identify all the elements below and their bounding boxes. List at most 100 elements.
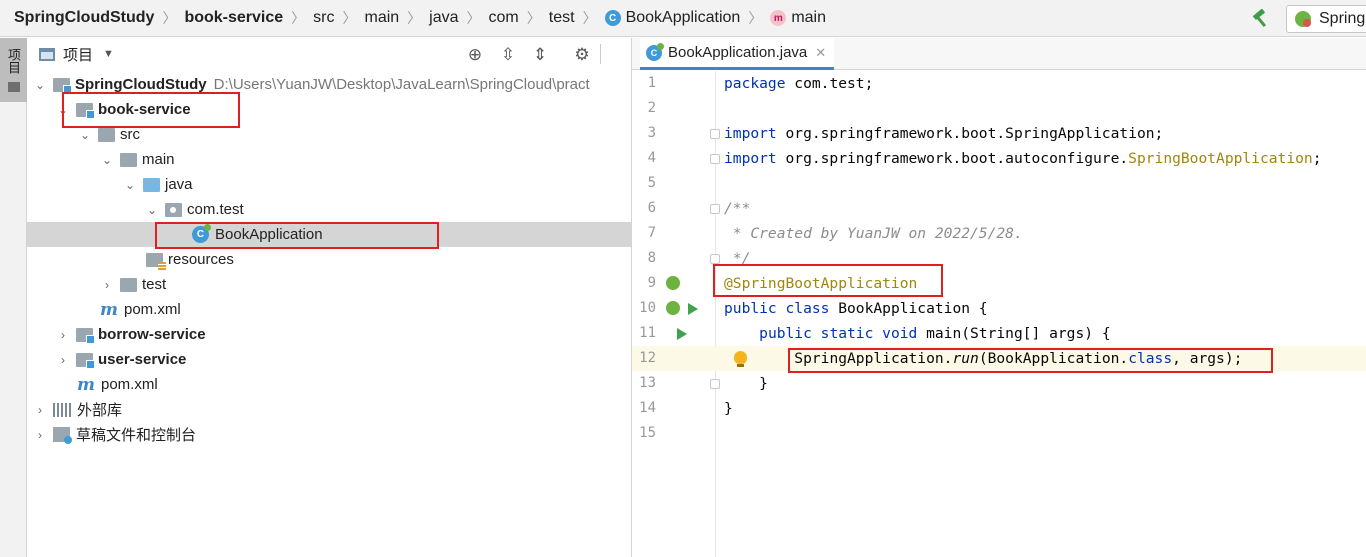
fold-marker-icon[interactable] [710, 129, 720, 139]
tree-node-borrow-service[interactable]: › borrow-service [27, 322, 631, 347]
tree-node-pom-root[interactable]: m pom.xml [27, 372, 631, 397]
breadcrumb-com[interactable]: com [489, 9, 519, 27]
run-configuration-label: Spring [1319, 10, 1366, 27]
tree-node-label: 草稿文件和控制台 [76, 427, 197, 444]
breadcrumb-module[interactable]: book-service [184, 9, 283, 27]
line-number: 7 [647, 225, 656, 241]
code-line: 15 [632, 421, 1366, 446]
fold-marker-icon[interactable] [710, 379, 720, 389]
collapse-all-icon[interactable]: ⇕ [530, 45, 550, 65]
tree-node-java[interactable]: ⌄ java [27, 172, 631, 197]
module-folder-icon [53, 77, 72, 94]
fold-marker-icon[interactable] [710, 204, 720, 214]
line-number: 4 [647, 150, 656, 166]
breadcrumb-class[interactable]: C BookApplication [604, 9, 741, 27]
line-number: 14 [639, 400, 656, 416]
resources-folder-icon [146, 252, 166, 270]
breadcrumb-main[interactable]: main [364, 9, 399, 27]
code-line: 10 public class BookApplication { [632, 296, 1366, 321]
tree-node-label: 外部库 [77, 402, 123, 419]
folder-icon [98, 127, 115, 142]
divider [600, 44, 601, 64]
close-icon[interactable]: ✕ [815, 45, 826, 61]
run-icon[interactable] [677, 328, 687, 340]
chevron-down-icon[interactable]: ⌄ [33, 78, 47, 92]
folder-icon [120, 152, 137, 167]
navigation-bar: SpringCloudStudy 〉 book-service 〉 src 〉 … [0, 0, 1366, 37]
code-line: 1 package com.test; [632, 71, 1366, 96]
breadcrumb-java[interactable]: java [429, 9, 458, 27]
tree-node-user-service[interactable]: › user-service [27, 347, 631, 372]
chevron-right-icon[interactable]: › [56, 353, 70, 367]
project-panel: 项目 ▼ ⊕ ⇳ ⇕ ⚙ ⌄ SpringCloudStudy D:\Users… [27, 38, 632, 557]
code-line: 13 } [632, 371, 1366, 396]
tree-node-main[interactable]: ⌄ main [27, 147, 631, 172]
code-text: import org.springframework.boot.SpringAp… [724, 125, 1164, 142]
editor-tab-label: BookApplication.java [668, 44, 808, 61]
project-panel-title[interactable]: 项目 [63, 44, 93, 65]
chevron-right-icon: 〉 [582, 10, 597, 26]
tree-node-label: book-service [98, 101, 191, 118]
tree-node-root[interactable]: ⌄ SpringCloudStudy D:\Users\YuanJW\Deskt… [27, 72, 631, 97]
spring-bean-icon[interactable] [666, 276, 680, 290]
chevron-down-icon[interactable]: ⌄ [100, 153, 114, 167]
fold-marker-icon[interactable] [710, 254, 720, 264]
chevron-right-icon[interactable]: › [33, 403, 47, 417]
line-number: 3 [647, 125, 656, 141]
chevron-down-icon[interactable]: ⌄ [123, 178, 137, 192]
chevron-right-icon[interactable]: › [100, 278, 114, 292]
code-line: 14 } [632, 396, 1366, 421]
tree-node-src[interactable]: ⌄ src [27, 122, 631, 147]
code-text: SpringApplication.run(BookApplication.cl… [794, 350, 1243, 367]
left-tool-strip: 项目 [0, 38, 27, 557]
run-configuration-selector[interactable]: Spring [1286, 5, 1366, 33]
expand-all-icon[interactable]: ⇳ [498, 45, 518, 65]
tree-node-label: com.test [187, 201, 244, 218]
tree-node-scratches[interactable]: › 草稿文件和控制台 [27, 422, 631, 447]
tree-node-label: BookApplication [215, 226, 323, 243]
chevron-right-icon: 〉 [526, 10, 541, 26]
tree-node-label: main [142, 151, 175, 168]
fold-marker-icon[interactable] [710, 154, 720, 164]
breadcrumb-test[interactable]: test [549, 9, 575, 27]
maven-icon: m [77, 374, 95, 395]
tree-node-label: pom.xml [101, 376, 158, 393]
folder-icon [120, 277, 137, 292]
locate-target-icon[interactable]: ⊕ [465, 45, 485, 65]
gear-icon[interactable]: ⚙ [572, 45, 592, 65]
tree-node-com-test[interactable]: ⌄ com.test [27, 197, 631, 222]
chevron-right-icon[interactable]: › [33, 428, 47, 442]
tree-node-book-service[interactable]: ⌄ book-service [27, 97, 631, 122]
code-editor: C BookApplication.java ✕ 1 package com.t… [632, 38, 1366, 557]
code-area[interactable]: 1 package com.test; 2 3 import org.sprin… [632, 71, 1366, 557]
breadcrumb-method[interactable]: m main [770, 9, 826, 27]
run-icon[interactable] [688, 303, 698, 315]
line-number: 2 [647, 100, 656, 116]
project-panel-header: 项目 ▼ ⊕ ⇳ ⇕ ⚙ [27, 38, 631, 70]
chevron-right-icon[interactable]: › [56, 328, 70, 342]
tree-node-book-application[interactable]: C BookApplication [27, 222, 631, 247]
code-line: 8 */ [632, 246, 1366, 271]
code-comment: * Created by YuanJW on 2022/5/28. [724, 225, 1023, 242]
spring-boot-icon [1295, 11, 1311, 27]
breadcrumb-class-label: BookApplication [625, 9, 741, 26]
tree-node-test[interactable]: › test [27, 272, 631, 297]
line-number: 13 [639, 375, 656, 391]
chevron-down-icon[interactable]: ⌄ [78, 128, 92, 142]
chevron-down-icon[interactable]: ▼ [103, 48, 114, 60]
project-tool-tab[interactable]: 项目 [0, 38, 27, 102]
tree-node-external-libraries[interactable]: › 外部库 [27, 397, 631, 422]
tree-node-resources[interactable]: resources [27, 247, 631, 272]
chevron-down-icon[interactable]: ⌄ [145, 203, 159, 217]
line-number: 11 [639, 325, 656, 341]
breadcrumb-src[interactable]: src [313, 9, 334, 27]
line-number: 10 [639, 300, 656, 316]
breadcrumb-project[interactable]: SpringCloudStudy [14, 9, 154, 27]
code-annotation: @SpringBootApplication [724, 275, 918, 292]
editor-tab-book-application[interactable]: C BookApplication.java ✕ [640, 38, 835, 70]
method-icon: m [770, 10, 787, 26]
build-hammer-icon[interactable] [1250, 9, 1270, 29]
tree-node-pom-book-service[interactable]: m pom.xml [27, 297, 631, 322]
chevron-down-icon[interactable]: ⌄ [56, 103, 70, 117]
spring-bean-icon[interactable] [666, 301, 680, 315]
